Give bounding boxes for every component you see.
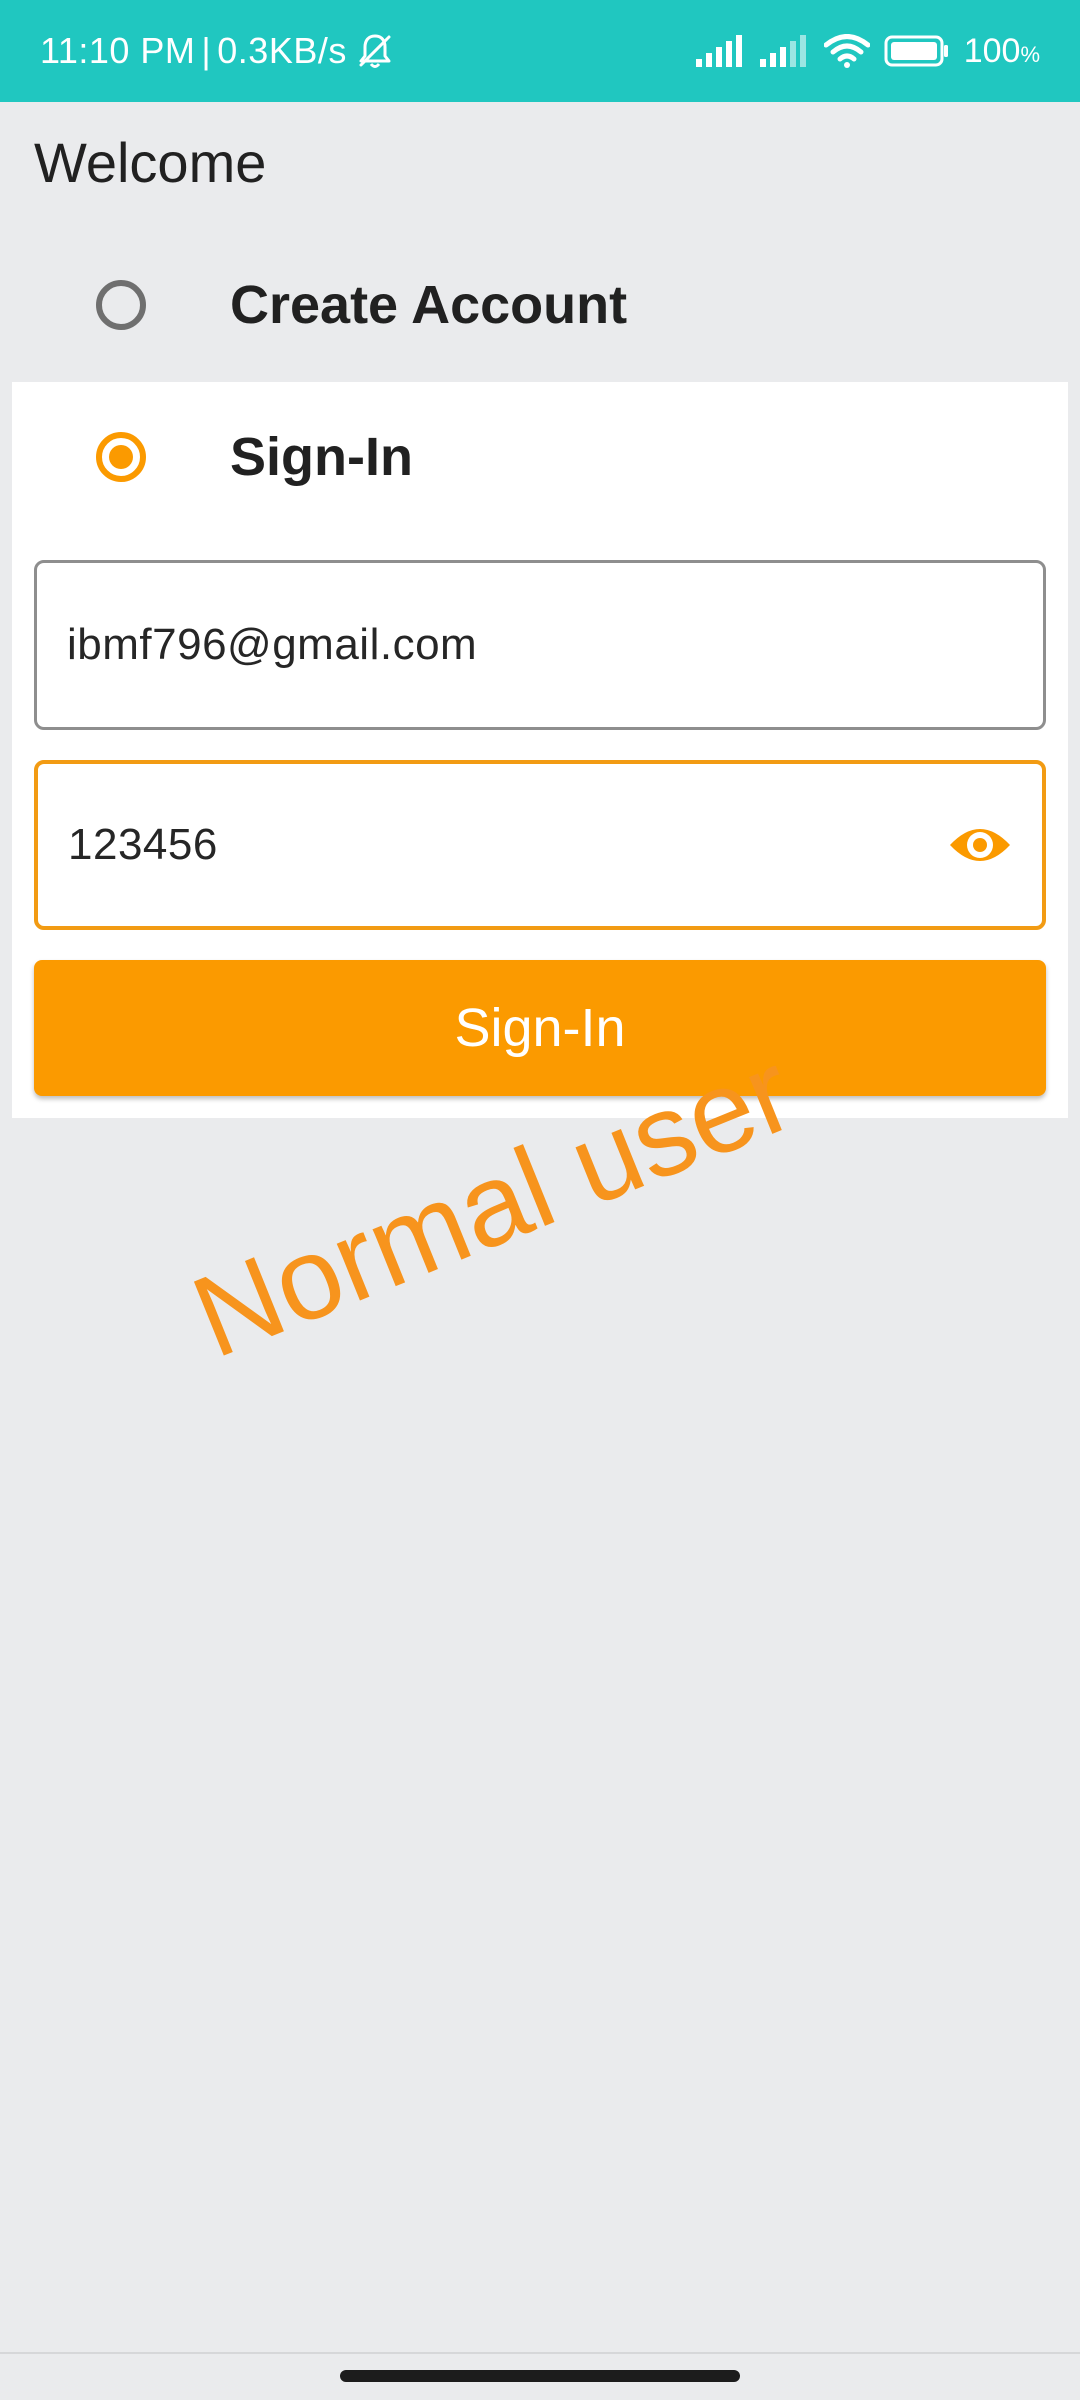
battery-percent-value: 100 xyxy=(963,31,1021,70)
signin-card: Sign-In ibmf796@gmail.com 123456 Sign-In xyxy=(12,382,1068,1118)
password-field[interactable]: 123456 xyxy=(34,760,1046,930)
password-value: 123456 xyxy=(68,820,218,869)
status-separator: | xyxy=(201,30,212,71)
email-field[interactable]: ibmf796@gmail.com xyxy=(34,560,1046,730)
battery-percent: 100% xyxy=(964,32,1040,71)
signal-icon xyxy=(759,35,810,67)
status-time: 11:10 PM xyxy=(40,30,196,71)
navigation-divider xyxy=(0,2352,1080,2354)
wifi-icon xyxy=(823,34,870,68)
page-title: Welcome xyxy=(34,131,267,194)
sign-in-radio[interactable] xyxy=(96,432,146,482)
battery-icon xyxy=(884,35,950,67)
create-account-option[interactable]: Create Account xyxy=(0,230,1080,380)
create-account-radio[interactable] xyxy=(96,280,146,330)
sign-in-button[interactable]: Sign-In xyxy=(34,960,1046,1096)
status-right: 100% xyxy=(695,0,1040,102)
home-indicator[interactable] xyxy=(340,2370,740,2382)
status-bar: 11:10 PM | 0.3KB/s 100% xyxy=(0,0,1080,102)
create-account-label: Create Account xyxy=(230,275,628,335)
status-left: 11:10 PM | 0.3KB/s xyxy=(40,0,395,102)
battery-percent-unit: % xyxy=(1020,41,1040,67)
bell-off-icon xyxy=(355,31,395,71)
email-value: ibmf796@gmail.com xyxy=(67,620,478,669)
network-speed: 0.3KB/s xyxy=(217,30,347,71)
sign-in-option[interactable]: Sign-In xyxy=(0,382,1080,532)
eye-icon[interactable] xyxy=(948,819,1012,871)
signal-icon xyxy=(695,35,746,67)
sign-in-label: Sign-In xyxy=(230,427,413,487)
